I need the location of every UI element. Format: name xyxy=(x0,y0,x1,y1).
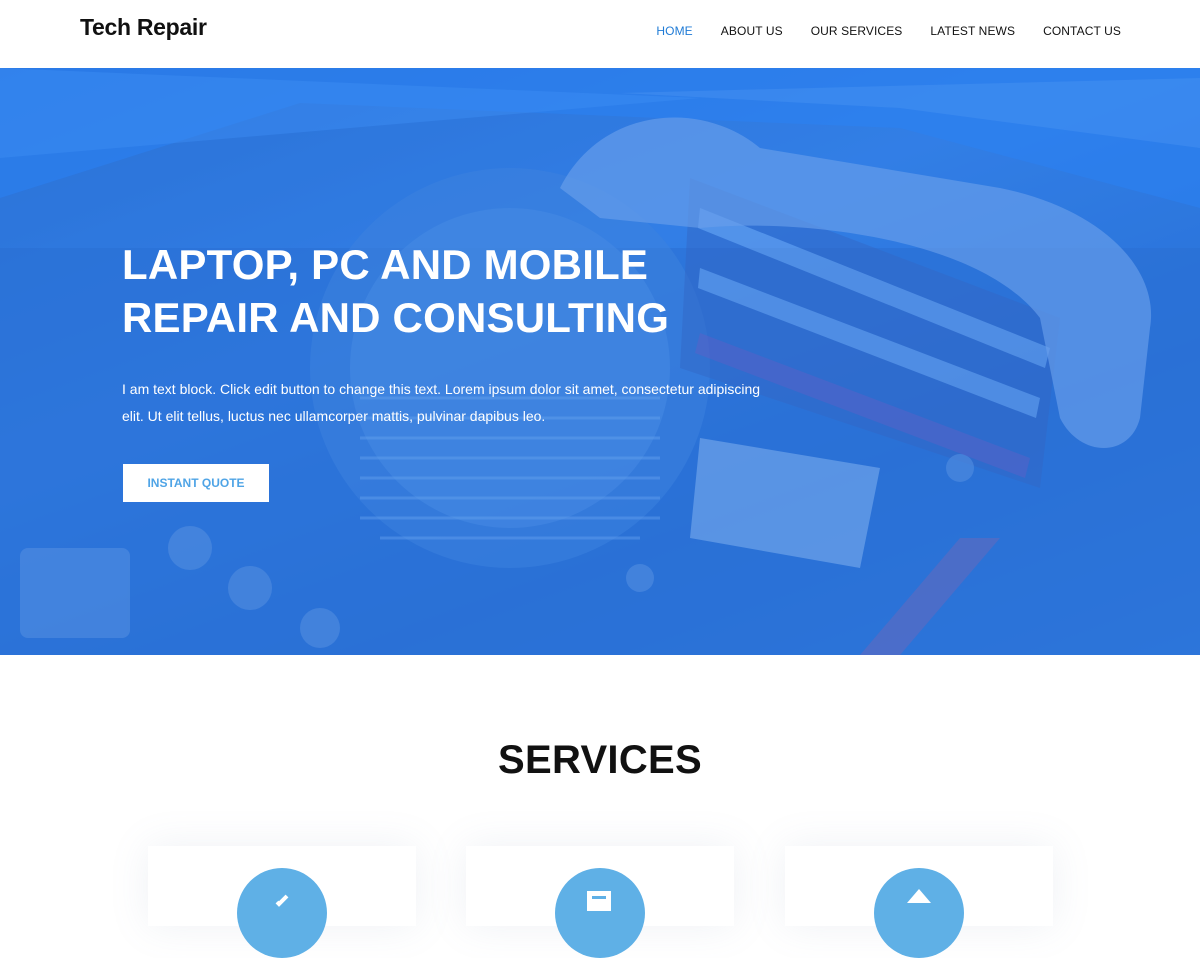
main-nav: HOME ABOUT US OUR SERVICES LATEST NEWS C… xyxy=(628,24,1121,38)
hero-blue-overlay xyxy=(0,68,1200,655)
nav-contact-us[interactable]: CONTACT US xyxy=(1043,24,1121,38)
instant-quote-button[interactable]: INSTANT QUOTE xyxy=(123,464,269,502)
hero-title: LAPTOP, PC AND MOBILE REPAIR AND CONSULT… xyxy=(122,241,670,341)
service-icon-3 xyxy=(874,868,964,958)
document-icon xyxy=(587,891,611,911)
nav-latest-news[interactable]: LATEST NEWS xyxy=(930,24,1015,38)
service-icon-1 xyxy=(237,868,327,958)
site-logo[interactable]: Tech Repair xyxy=(80,14,207,41)
service-card-2[interactable] xyxy=(466,846,734,958)
services-heading: SERVICES xyxy=(498,738,702,782)
service-icon-2 xyxy=(555,868,645,958)
site-header: Tech Repair HOME ABOUT US OUR SERVICES L… xyxy=(0,0,1200,68)
service-card-1[interactable] xyxy=(148,846,416,958)
nav-home[interactable]: HOME xyxy=(656,24,692,38)
nav-about-us[interactable]: ABOUT US xyxy=(721,24,783,38)
service-card-3[interactable] xyxy=(785,846,1053,958)
nav-our-services[interactable]: OUR SERVICES xyxy=(811,24,903,38)
hero-section: LAPTOP, PC AND MOBILE REPAIR AND CONSULT… xyxy=(0,68,1200,655)
circle-icon-1 xyxy=(275,894,289,907)
chevron-up-icon xyxy=(907,889,931,903)
hero-description: I am text block. Click edit button to ch… xyxy=(122,381,761,424)
